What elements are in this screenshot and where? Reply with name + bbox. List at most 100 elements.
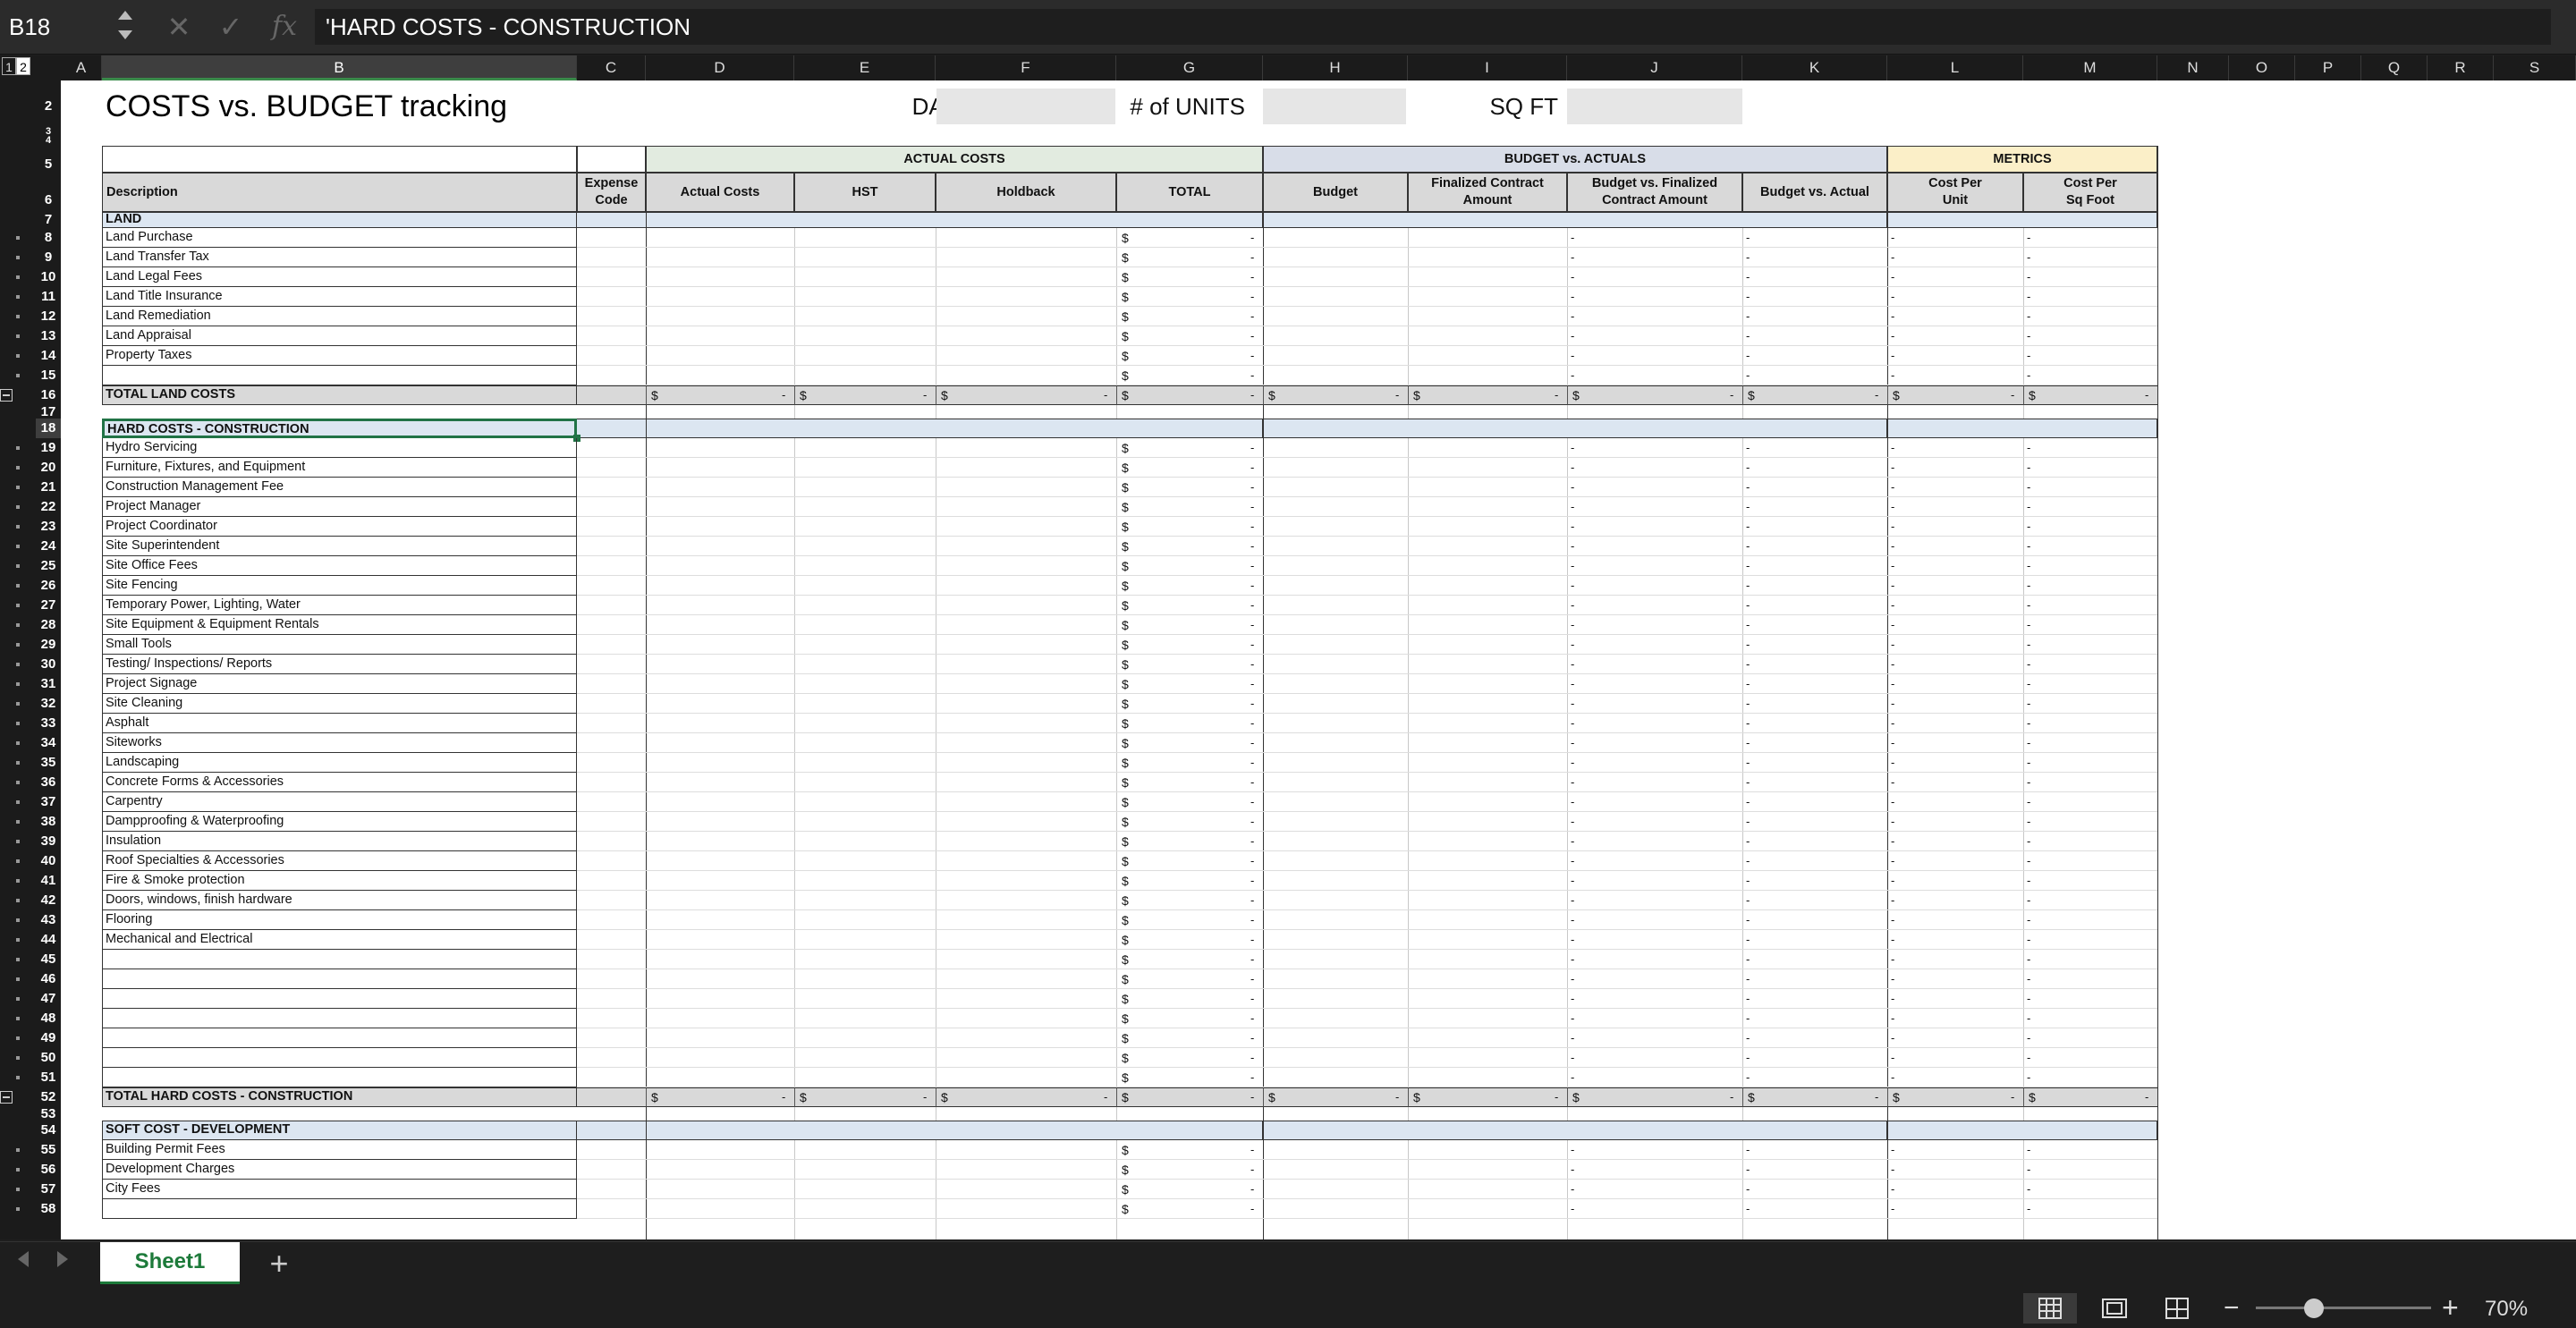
- expense-code-cell[interactable]: [577, 635, 646, 655]
- row-header[interactable]: 52: [36, 1087, 61, 1107]
- total-label[interactable]: TOTAL LAND COSTS: [102, 385, 577, 405]
- row-header[interactable]: 28: [36, 615, 61, 635]
- row-description[interactable]: Land Legal Fees: [102, 267, 577, 287]
- section-header[interactable]: SOFT COST - DEVELOPMENT: [102, 1121, 577, 1140]
- row-header[interactable]: 30: [36, 655, 61, 674]
- row-description[interactable]: Dampproofing & Waterproofing: [102, 812, 577, 832]
- row-header[interactable]: 53: [36, 1107, 61, 1121]
- header-budget-vs-finalized[interactable]: Budget vs. Finalized Contract Amount: [1567, 173, 1742, 212]
- row-header[interactable]: 41: [36, 871, 61, 891]
- row-header[interactable]: 20: [36, 458, 61, 478]
- row-description[interactable]: [102, 950, 577, 969]
- row-header[interactable]: 37: [36, 792, 61, 812]
- row-header[interactable]: 15: [36, 366, 61, 385]
- expense-code-cell[interactable]: [577, 287, 646, 307]
- row-header[interactable]: 43: [36, 910, 61, 930]
- expense-code-cell[interactable]: [577, 537, 646, 556]
- section-header[interactable]: HARD COSTS - CONSTRUCTION: [102, 419, 577, 438]
- row-description[interactable]: Hydro Servicing: [102, 438, 577, 458]
- zoom-out-button[interactable]: −: [2224, 1293, 2240, 1324]
- expense-code-cell[interactable]: [577, 576, 646, 596]
- row-header[interactable]: 19: [36, 438, 61, 458]
- expense-code-cell[interactable]: [577, 714, 646, 733]
- expense-code-cell[interactable]: [577, 267, 646, 287]
- header-finalized[interactable]: Finalized Contract Amount: [1408, 173, 1567, 212]
- row-header[interactable]: 2: [36, 85, 61, 128]
- column-header[interactable]: K: [1742, 55, 1887, 80]
- expense-code-cell[interactable]: [577, 326, 646, 346]
- header-total[interactable]: TOTAL: [1116, 173, 1263, 212]
- column-header[interactable]: G: [1116, 55, 1263, 80]
- function-icon[interactable]: fx: [267, 11, 302, 43]
- normal-view-button[interactable]: [2023, 1293, 2077, 1324]
- header-actual-costs[interactable]: Actual Costs: [646, 173, 794, 212]
- column-header[interactable]: F: [936, 55, 1116, 80]
- expense-code-cell[interactable]: [577, 1068, 646, 1087]
- column-header[interactable]: E: [794, 55, 936, 80]
- row-header[interactable]: 10: [36, 267, 61, 287]
- total-cell[interactable]: [1408, 1087, 1567, 1107]
- header-description[interactable]: Description: [102, 173, 577, 212]
- column-header[interactable]: N: [2157, 55, 2229, 80]
- expense-code-cell[interactable]: [577, 458, 646, 478]
- header-cost-per-unit[interactable]: Cost Per Unit: [1887, 173, 2023, 212]
- row-header[interactable]: 17: [36, 405, 61, 419]
- add-sheet-button[interactable]: +: [261, 1246, 297, 1281]
- expense-code-cell[interactable]: [577, 346, 646, 366]
- formula-input[interactable]: 'HARD COSTS - CONSTRUCTION: [315, 9, 2551, 45]
- row-description[interactable]: Site Fencing: [102, 576, 577, 596]
- row-description[interactable]: Land Remediation: [102, 307, 577, 326]
- name-box-down-icon[interactable]: [118, 30, 132, 39]
- expense-code-cell[interactable]: [577, 248, 646, 267]
- expense-code-cell[interactable]: [577, 674, 646, 694]
- row-header[interactable]: 21: [36, 478, 61, 497]
- cancel-icon[interactable]: ✕: [161, 11, 197, 43]
- units-label[interactable]: # of UNITS: [1116, 85, 1250, 128]
- sqft-label[interactable]: SQ FT: [1438, 85, 1563, 128]
- row-header[interactable]: 38: [36, 812, 61, 832]
- zoom-slider-thumb[interactable]: [2304, 1298, 2324, 1318]
- row-header[interactable]: 54: [36, 1121, 61, 1140]
- expense-code-cell[interactable]: [577, 910, 646, 930]
- row-description[interactable]: Furniture, Fixtures, and Equipment: [102, 458, 577, 478]
- total-cell[interactable]: [1408, 385, 1567, 405]
- outline-level-2-button[interactable]: 2: [16, 57, 30, 75]
- zoom-level[interactable]: 70%: [2485, 1295, 2528, 1324]
- row-description[interactable]: Concrete Forms & Accessories: [102, 773, 577, 792]
- expense-code-cell[interactable]: [577, 832, 646, 851]
- header-budget-vs-actual[interactable]: Budget vs. Actual: [1742, 173, 1887, 212]
- page-layout-view-button[interactable]: [2088, 1293, 2141, 1324]
- row-description[interactable]: Carpentry: [102, 792, 577, 812]
- row-description[interactable]: Temporary Power, Lighting, Water: [102, 596, 577, 615]
- row-header[interactable]: 29: [36, 635, 61, 655]
- expense-code-cell[interactable]: [577, 228, 646, 248]
- header-holdback[interactable]: Holdback: [936, 173, 1116, 212]
- row-description[interactable]: Building Permit Fees: [102, 1140, 577, 1160]
- column-header[interactable]: C: [577, 55, 646, 80]
- row-header[interactable]: 51: [36, 1068, 61, 1087]
- page-break-view-button[interactable]: [2150, 1293, 2204, 1324]
- column-header[interactable]: P: [2295, 55, 2361, 80]
- row-header[interactable]: 3: [36, 127, 61, 137]
- expense-code-cell[interactable]: [577, 596, 646, 615]
- expense-code-cell[interactable]: [577, 655, 646, 674]
- column-header[interactable]: O: [2229, 55, 2295, 80]
- expense-code-cell[interactable]: [577, 891, 646, 910]
- column-header[interactable]: H: [1263, 55, 1408, 80]
- group-header-budget[interactable]: BUDGET vs. ACTUALS: [1263, 146, 1887, 173]
- row-description[interactable]: [102, 366, 577, 385]
- expense-code-cell[interactable]: [577, 792, 646, 812]
- column-header[interactable]: M: [2023, 55, 2157, 80]
- collapse-group-icon[interactable]: [0, 389, 13, 402]
- expense-code-cell[interactable]: [577, 556, 646, 576]
- expense-code-cell[interactable]: [577, 1180, 646, 1199]
- row-description[interactable]: [102, 969, 577, 989]
- expense-code-cell[interactable]: [577, 950, 646, 969]
- worksheet-grid[interactable]: COSTS vs. BUDGET trackingDATE# of UNITSS…: [61, 80, 2576, 1239]
- row-header[interactable]: 18: [36, 419, 64, 438]
- expense-code-cell[interactable]: [577, 307, 646, 326]
- row-description[interactable]: Construction Management Fee: [102, 478, 577, 497]
- row-description[interactable]: Asphalt: [102, 714, 577, 733]
- row-description[interactable]: Land Purchase: [102, 228, 577, 248]
- row-header[interactable]: 40: [36, 851, 61, 871]
